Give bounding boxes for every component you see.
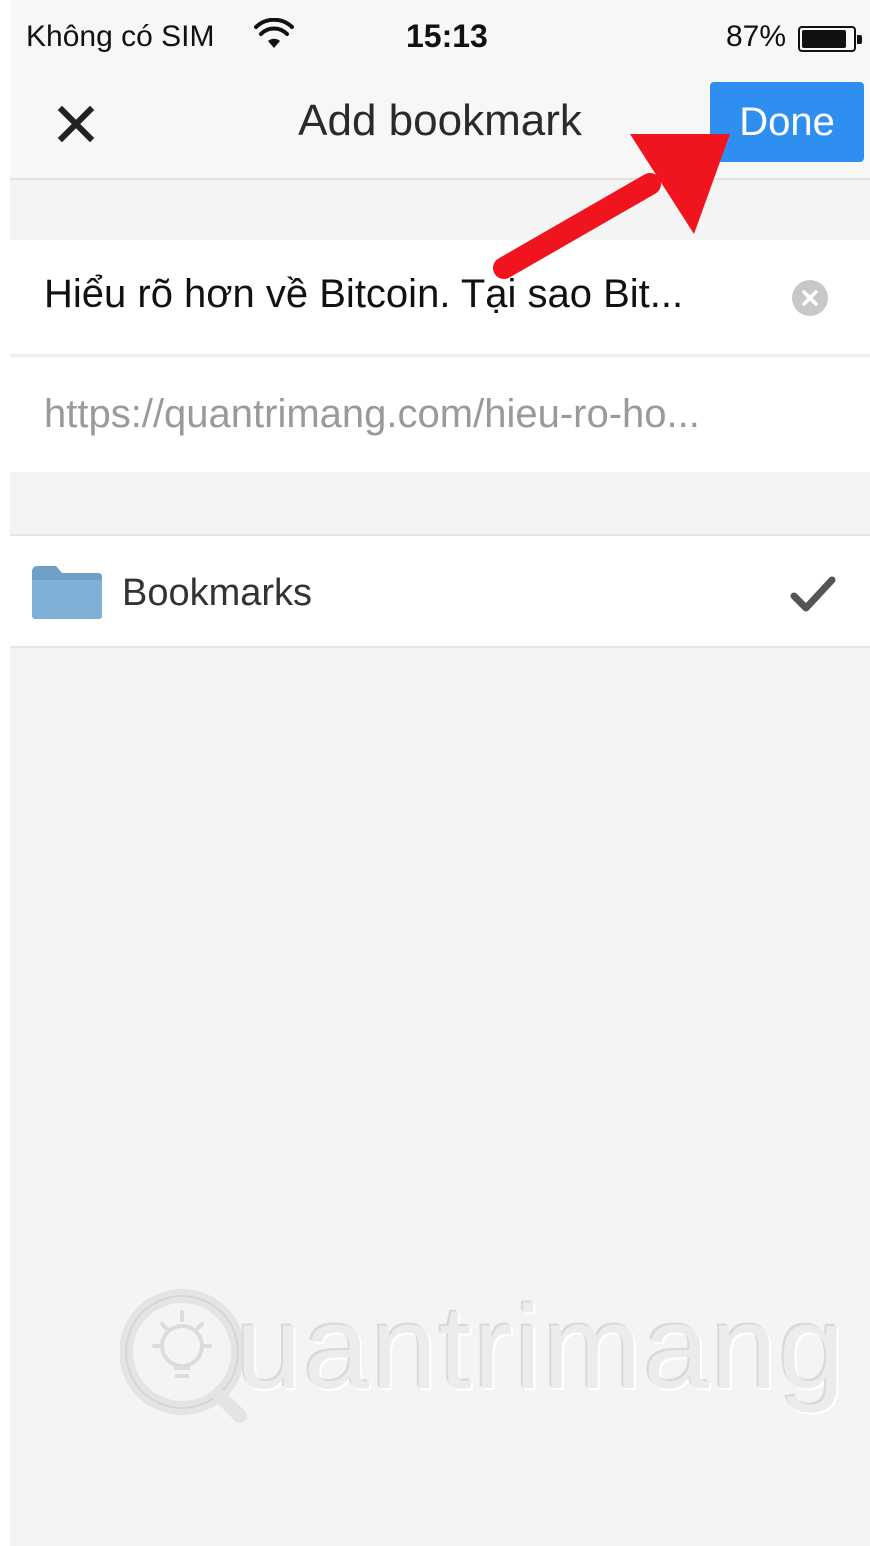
bookmark-url-value: https://quantrimang.com/hieu-ro-ho... — [44, 392, 700, 436]
status-time: 15:13 — [406, 18, 488, 54]
lightbulb-logo-icon — [120, 1289, 247, 1423]
annotation-arrow — [493, 134, 730, 279]
battery-tip — [857, 35, 862, 44]
watermark-text: uantrimang — [236, 1282, 847, 1414]
checkmark-icon — [790, 576, 836, 612]
add-bookmark-screen: Không có SIM 15:13 87% Add bookmark Done… — [10, 0, 870, 1546]
wifi-icon — [254, 18, 294, 48]
carrier-label: Không có SIM — [26, 20, 215, 53]
clear-icon — [802, 290, 818, 306]
folder-icon — [32, 566, 102, 619]
watermark: uantrimang — [120, 1276, 844, 1426]
clear-title-button[interactable] — [792, 280, 828, 316]
status-bar: Không có SIM 15:13 87% — [10, 0, 870, 74]
battery-icon — [798, 26, 862, 52]
folder-row-bookmarks[interactable]: Bookmarks — [10, 534, 870, 648]
battery-percent: 87% — [726, 20, 787, 53]
battery-fill — [802, 30, 846, 48]
folder-label: Bookmarks — [122, 572, 313, 614]
bookmark-url-field[interactable]: https://quantrimang.com/hieu-ro-ho... — [10, 358, 870, 472]
